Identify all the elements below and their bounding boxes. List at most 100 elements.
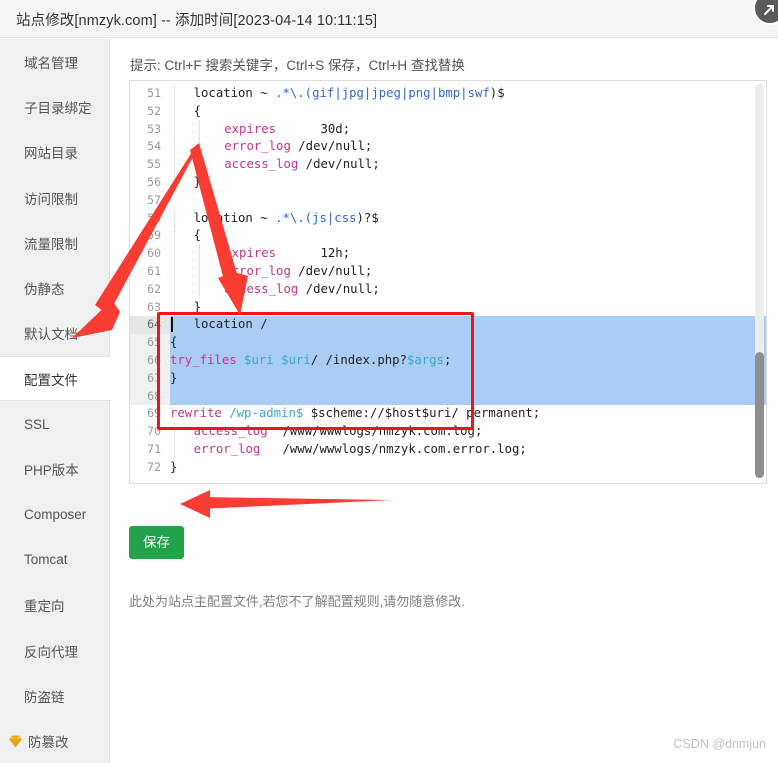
code-text: rewrite /wp-admin$ $scheme://$host$uri/ … [170,405,540,423]
sidebar-item-label: 伪静态 [24,282,65,298]
code-token: { [164,103,202,118]
line-number: 54 [147,139,161,154]
code-token: $host$uri [384,406,452,421]
code-line[interactable]: 62 access_log /dev/null; [130,280,766,299]
code-token: )$ [489,86,505,100]
code-line[interactable]: 55 access_log /dev/null; [130,156,766,174]
sidebar-item-5[interactable]: 伪静态 [0,265,109,310]
sidebar-item-3[interactable]: 访问限制 [0,175,109,220]
code-line[interactable]: 53 expires 30d; [130,120,766,139]
sidebar-item-13[interactable]: 反向代理 [0,628,109,673]
text-caret [171,317,173,333]
code-token: /dev/null; [298,157,380,172]
code-token: access_log [224,157,299,172]
indent-guide [174,298,175,316]
line-number: 65 [130,334,170,352]
sidebar-item-11[interactable]: Tomcat [0,537,109,582]
indent-guide [174,440,175,458]
code-text: expires 30d; [170,120,350,139]
code-text: { [170,334,177,352]
sidebar-item-0[interactable]: 域名管理 [0,39,109,84]
sidebar-item-label: 流量限制 [24,236,78,252]
line-number: 66 [130,351,170,370]
sidebar-item-8[interactable]: SSL [0,401,109,446]
sidebar-item-9[interactable]: PHP版本 [0,447,109,492]
code-line[interactable]: 68 [130,387,766,406]
line-number: 72 [147,459,161,474]
code-token: $uri [281,352,311,367]
code-line[interactable]: 66 try_files $uri $uri/ /index.php?$args; [130,351,766,370]
code-text: location ~ .*\.(gif|jpg|jpeg|png|bmp|swf… [170,85,505,103]
code-text: } [170,459,177,477]
code-token: } [170,370,178,385]
code-token: /www/wwwlogs/nmzyk.com.error.log; [260,441,527,456]
code-line[interactable]: 63 } [130,298,766,317]
sidebar-item-label: 重定向 [24,599,65,615]
sidebar-item-label: 子目录绑定 [24,100,92,116]
code-line[interactable]: 69 rewrite /wp-admin$ $scheme://$host$uri… [130,405,766,423]
sidebar-item-7[interactable]: 配置文件 [0,356,111,402]
code-token: 12h; [276,246,351,261]
line-number: 61 [147,263,161,278]
code-line[interactable]: 57 [130,192,766,210]
editor-scrollbar[interactable] [755,84,764,480]
code-line[interactable]: 56 } [130,173,766,192]
code-token: / permanent; [451,406,541,421]
line-number: 69 [147,406,161,421]
code-text: { [170,102,201,121]
code-token: $scheme [310,406,363,421]
sidebar-item-2[interactable]: 网站目录 [0,130,109,175]
code-line[interactable]: 61 error_log /dev/null; [130,262,766,281]
sidebar-item-label: PHP版本 [24,463,79,479]
code-line[interactable]: 72} [130,459,766,477]
indent-guide [174,120,175,138]
code-line[interactable]: 60 expires 12h; [130,245,766,263]
sidebar-item-4[interactable]: 流量限制 [0,220,109,265]
code-line[interactable]: 65{ [130,334,766,352]
code-lines[interactable]: 51 location ~ .*\.(gif|jpg|jpeg|png|bmp|… [130,85,766,477]
code-line[interactable]: 54 error_log /dev/null; [130,138,766,156]
code-token: /dev/null; [298,281,380,296]
sidebar-item-12[interactable]: 重定向 [0,583,109,628]
config-file-editor[interactable]: 51 location ~ .*\.(gif|jpg|jpeg|png|bmp|… [129,80,767,484]
code-line[interactable]: 71 error_log /www/wwwlogs/nmzyk.com.erro… [130,440,766,459]
indent-guide [174,280,175,298]
code-line[interactable]: 52 { [130,102,766,121]
code-token: access_log [224,281,299,296]
sidebar-item-10[interactable]: Composer [0,492,109,537]
code-line[interactable]: 64 location / [130,316,766,335]
scrollbar-track [755,84,764,352]
indent-guide [199,156,200,174]
code-line[interactable]: 58 location ~ .*\.(js|css)?$ [130,209,766,228]
code-line[interactable]: 51 location ~ .*\.(gif|jpg|jpeg|png|bmp|… [130,85,766,103]
code-token: access_log [193,424,268,439]
sidebar-item-1[interactable]: 子目录绑定 [0,84,109,129]
page-title: 站点修改[nmzyk.com] -- 添加时间[2023-04-14 10:11… [16,13,378,29]
sidebar-item-label: 防篡改 [28,735,69,751]
scrollbar-thumb[interactable] [755,352,764,478]
indent-guide [199,262,200,280]
code-line[interactable]: 70 access_log /www/wwwlogs/nmzyk.com.log… [130,423,766,441]
indent-guide [199,138,200,156]
code-token: | [334,86,342,100]
code-token: location ~ [164,86,276,100]
expand-arrow-icon[interactable] [753,0,778,25]
code-token: location / [164,317,268,332]
save-button[interactable]: 保存 [129,526,184,559]
code-token: gif [312,86,335,100]
code-token: $uri [244,352,274,367]
line-number: 60 [147,246,161,261]
sidebar-item-15[interactable]: 防篡改 [0,718,109,763]
code-line[interactable]: 59 { [130,227,766,245]
sidebar-item-14[interactable]: 防盗链 [0,673,109,718]
sidebar-item-6[interactable]: 默认文档 [0,311,109,356]
code-token: / /index.php? [310,352,407,367]
code-line[interactable]: 67} [130,369,766,388]
code-text: access_log /dev/null; [170,156,380,174]
indent-guide [174,227,175,245]
main-panel: 提示: Ctrl+F 搜索关键字，Ctrl+S 保存，Ctrl+H 查找替换 5… [111,39,778,763]
